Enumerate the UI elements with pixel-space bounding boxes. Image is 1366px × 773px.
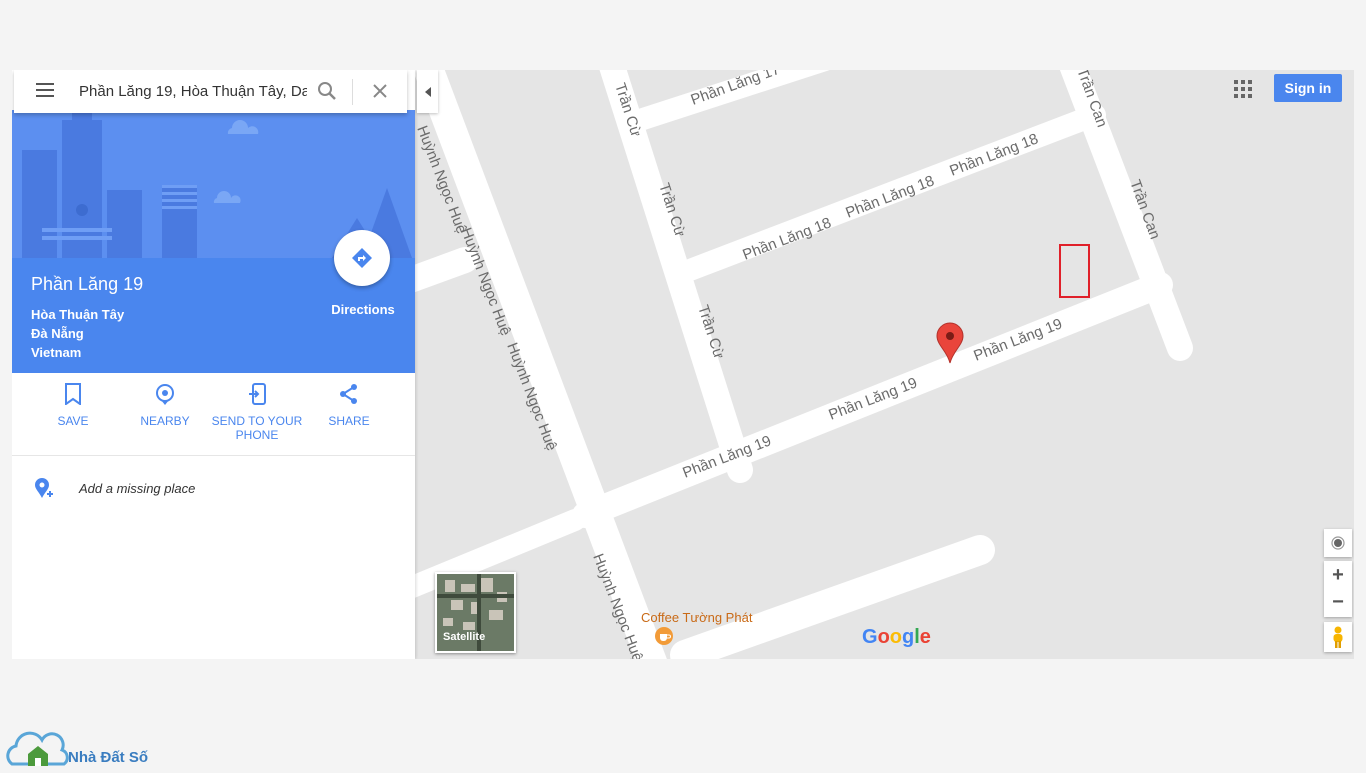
share-icon: [340, 384, 357, 404]
search-divider: [352, 79, 353, 105]
share-button[interactable]: SHARE: [303, 383, 395, 428]
send-to-phone-icon: [249, 383, 266, 405]
save-label: SAVE: [57, 414, 89, 428]
poi-label[interactable]: Coffee Tường Phát: [641, 610, 752, 625]
sign-in-button[interactable]: Sign in: [1274, 74, 1342, 102]
bookmark-icon: [65, 383, 81, 406]
watermark-text: Nhà Đất Số: [68, 749, 149, 766]
zoom-out-button[interactable]: −: [1332, 589, 1344, 617]
directions-button[interactable]: [334, 230, 390, 286]
google-logo: Google: [862, 626, 931, 648]
map-canvas[interactable]: Phần Lăng 17 Trần Cừ Trần Cừ Trần Cừ Phầ…: [415, 70, 1354, 659]
street-view-pegman[interactable]: [1324, 622, 1352, 652]
maps-frame: Phần Lăng 17 Trần Cừ Trần Cừ Trần Cừ Phầ…: [12, 70, 1354, 659]
satellite-toggle[interactable]: Satellite: [435, 572, 516, 653]
send-to-phone-label: SEND TO YOUR PHONE: [211, 414, 303, 442]
search-icon[interactable]: [317, 81, 337, 101]
add-location-icon: [35, 478, 53, 498]
share-label: SHARE: [328, 414, 370, 428]
coffee-poi-icon[interactable]: [655, 627, 673, 645]
search-input[interactable]: [79, 81, 307, 101]
highlight-box: [1059, 244, 1090, 298]
search-box: [14, 70, 407, 113]
my-location-button[interactable]: [1324, 529, 1352, 557]
apps-grid-icon[interactable]: [1234, 80, 1252, 98]
pegman-icon: [1333, 626, 1343, 648]
satellite-label: Satellite: [443, 631, 486, 643]
add-missing-place-label: Add a missing place: [79, 481, 196, 496]
address-line: Vietnam: [31, 345, 82, 360]
place-panel: Phần Lăng 19 Hòa Thuận Tây Đà Nẵng Vietn…: [12, 70, 415, 659]
crosshair-icon: [1331, 536, 1345, 550]
collapse-panel-button[interactable]: [417, 70, 438, 113]
address-line: Đà Nẵng: [31, 326, 84, 341]
zoom-control: + −: [1324, 561, 1352, 617]
road-network: Phần Lăng 17 Trần Cừ Trần Cừ Trần Cừ Phầ…: [415, 70, 1354, 659]
action-bar: SAVE NEARBY SEND TO YOUR PHONE SHARE: [12, 373, 415, 456]
nearby-button[interactable]: NEARBY: [119, 383, 211, 428]
address-line: Hòa Thuận Tây: [31, 307, 125, 322]
add-missing-place-row[interactable]: Add a missing place: [12, 456, 415, 516]
place-title: Phần Lăng 19: [31, 274, 144, 294]
directions-icon: [352, 248, 372, 268]
send-to-phone-button[interactable]: SEND TO YOUR PHONE: [211, 383, 303, 442]
collapse-left-icon: [424, 86, 431, 97]
directions-label[interactable]: Directions: [318, 302, 408, 317]
zoom-in-button[interactable]: +: [1332, 561, 1344, 589]
save-button[interactable]: SAVE: [27, 383, 119, 428]
location-pin-icon: [156, 384, 174, 405]
close-icon[interactable]: [373, 84, 387, 98]
cloud-house-logo-icon: [6, 731, 69, 766]
hamburger-menu-icon[interactable]: [36, 83, 54, 97]
nearby-label: NEARBY: [140, 414, 190, 428]
place-header: Phần Lăng 19 Hòa Thuận Tây Đà Nẵng Vietn…: [12, 230, 415, 373]
